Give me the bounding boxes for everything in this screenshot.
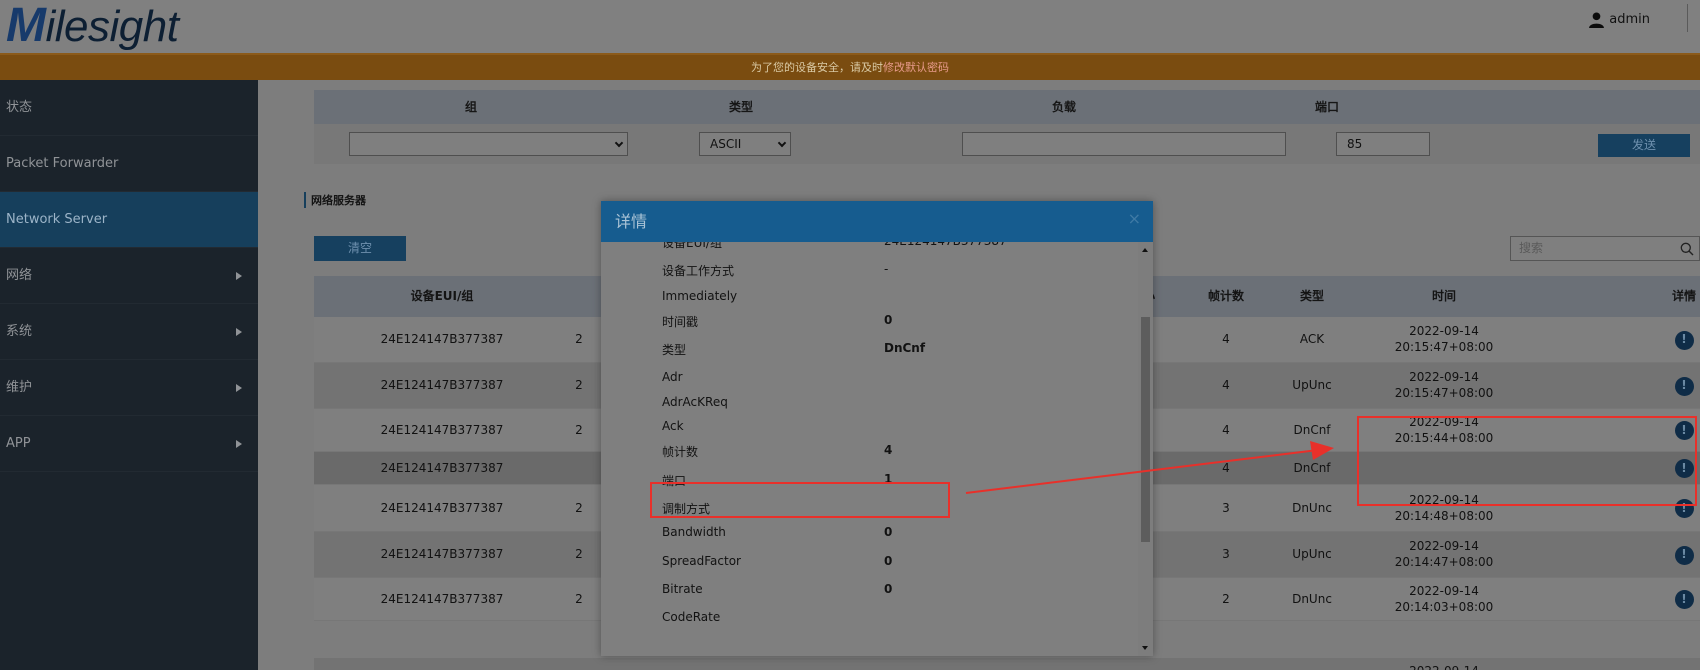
annotation-arrow bbox=[965, 441, 1334, 494]
